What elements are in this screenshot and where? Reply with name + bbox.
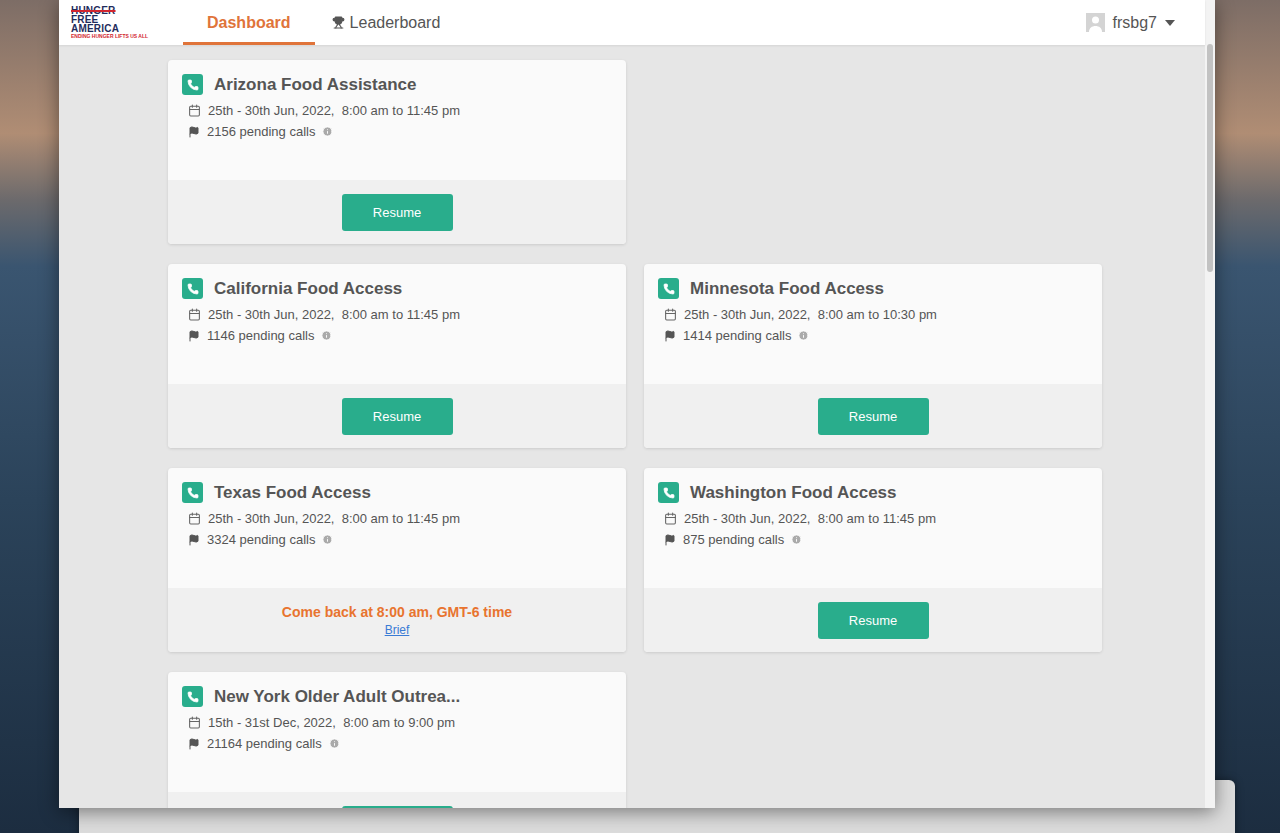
resume-button[interactable] [342, 806, 453, 809]
phone-icon [182, 278, 203, 299]
nav-tabs: DashboardLeaderboard [183, 0, 453, 45]
pending-calls: 21164 pending calls [182, 736, 612, 751]
campaign-card: Minnesota Food Access 25th - 30th Jun, 20… [644, 264, 1102, 448]
campaign-title: New York Older Adult Outrea... [214, 687, 460, 707]
resume-button[interactable]: Resume [342, 398, 453, 435]
campaign-dates: 25th - 30th Jun, 2022, 8:00 am to 11:45 … [182, 103, 612, 118]
resume-button[interactable]: Resume [818, 398, 929, 435]
flag-icon [188, 126, 200, 138]
dashboard: Arizona Food Assistance 25th - 30th Jun, … [59, 45, 1205, 808]
campaign-title: California Food Access [214, 279, 402, 299]
info-icon[interactable] [322, 126, 333, 137]
logo-text: HUNGER [71, 6, 171, 15]
campaign-title: Minnesota Food Access [690, 279, 884, 299]
card-row: Texas Food Access 25th - 30th Jun, 2022, … [168, 468, 1205, 652]
phone-icon [658, 278, 679, 299]
card-title-row: New York Older Adult Outrea... [182, 686, 612, 707]
campaign-card: Texas Food Access 25th - 30th Jun, 2022, … [168, 468, 626, 652]
campaign-card: Arizona Food Assistance 25th - 30th Jun, … [168, 60, 626, 244]
campaign-dates: 25th - 30th Jun, 2022, 8:00 am to 10:30 … [658, 307, 1088, 322]
caret-down-icon [1165, 20, 1175, 26]
phone-icon [182, 74, 203, 95]
logo[interactable]: HUNGERFREEAMERICAENDING HUNGER LIFTS US … [71, 0, 171, 45]
info-icon[interactable] [321, 330, 332, 341]
logo-text: FREE [71, 15, 171, 24]
calendar-icon [664, 512, 677, 525]
card-row: California Food Access 25th - 30th Jun, 2… [168, 264, 1205, 448]
card-actions: Resume [168, 180, 626, 244]
flag-icon [188, 534, 200, 546]
calendar-icon [188, 512, 201, 525]
phone-icon [182, 482, 203, 503]
card-details: Minnesota Food Access 25th - 30th Jun, 20… [644, 264, 1102, 384]
info-icon[interactable] [322, 534, 333, 545]
nav-tab[interactable]: Leaderboard [319, 0, 454, 45]
calendar-icon [188, 716, 201, 729]
flag-icon [664, 330, 676, 342]
campaign-title: Washington Food Access [690, 483, 897, 503]
flag-icon [188, 738, 200, 750]
card-actions: Resume [168, 384, 626, 448]
card-row: Arizona Food Assistance 25th - 30th Jun, … [168, 60, 1205, 244]
card-details: Texas Food Access 25th - 30th Jun, 2022, … [168, 468, 626, 588]
card-details: New York Older Adult Outrea... 15th - 31s… [168, 672, 626, 792]
card-details: Arizona Food Assistance 25th - 30th Jun, … [168, 60, 626, 180]
flag-icon [664, 534, 676, 546]
pending-calls: 3324 pending calls [182, 532, 612, 547]
card-title-row: Texas Food Access [182, 482, 612, 503]
info-icon[interactable] [791, 534, 802, 545]
card-row: New York Older Adult Outrea... 15th - 31s… [168, 672, 1205, 808]
pending-calls: 875 pending calls [658, 532, 1088, 547]
phone-icon [182, 686, 203, 707]
card-details: Washington Food Access 25th - 30th Jun, 2… [644, 468, 1102, 588]
card-details: California Food Access 25th - 30th Jun, 2… [168, 264, 626, 384]
info-icon[interactable] [798, 330, 809, 341]
nav-tab[interactable]: Dashboard [183, 0, 315, 45]
card-title-row: Washington Food Access [658, 482, 1088, 503]
user-menu[interactable]: frsbg7 [1086, 0, 1175, 45]
pending-calls: 2156 pending calls [182, 124, 612, 139]
pending-calls: 1146 pending calls [182, 328, 612, 343]
logo-text: AMERICA [71, 24, 171, 33]
top-nav: HUNGERFREEAMERICAENDING HUNGER LIFTS US … [59, 0, 1205, 45]
flag-icon [188, 330, 200, 342]
card-actions: Resume [644, 588, 1102, 652]
username: frsbg7 [1113, 14, 1157, 32]
campaign-title: Arizona Food Assistance [214, 75, 416, 95]
card-actions: Resume [644, 384, 1102, 448]
calendar-icon [188, 308, 201, 321]
scrollbar[interactable] [1205, 0, 1215, 808]
pending-calls: 1414 pending calls [658, 328, 1088, 343]
browser-window: HUNGERFREEAMERICAENDING HUNGER LIFTS US … [59, 0, 1215, 808]
scrollbar-thumb[interactable] [1207, 44, 1213, 272]
campaign-dates: 25th - 30th Jun, 2022, 8:00 am to 11:45 … [182, 511, 612, 526]
brief-link[interactable]: Brief [385, 623, 410, 637]
resume-button[interactable]: Resume [342, 194, 453, 231]
card-title-row: Minnesota Food Access [658, 278, 1088, 299]
calendar-icon [664, 308, 677, 321]
calendar-icon [188, 104, 201, 117]
card-actions: Come back at 8:00 am, GMT-6 time Brief [168, 588, 626, 652]
campaign-card: Washington Food Access 25th - 30th Jun, 2… [644, 468, 1102, 652]
desktop: HUNGERFREEAMERICAENDING HUNGER LIFTS US … [0, 0, 1280, 833]
info-icon[interactable] [329, 738, 340, 749]
come-back-notice: Come back at 8:00 am, GMT-6 time [282, 604, 512, 620]
phone-icon [658, 482, 679, 503]
app: HUNGERFREEAMERICAENDING HUNGER LIFTS US … [59, 0, 1205, 808]
campaign-dates: 25th - 30th Jun, 2022, 8:00 am to 11:45 … [658, 511, 1088, 526]
avatar-icon [1086, 13, 1105, 32]
campaign-dates: 25th - 30th Jun, 2022, 8:00 am to 11:45 … [182, 307, 612, 322]
card-actions [168, 792, 626, 808]
campaign-dates: 15th - 31st Dec, 2022, 8:00 am to 9:00 p… [182, 715, 612, 730]
campaign-card: California Food Access 25th - 30th Jun, 2… [168, 264, 626, 448]
logo-tagline: ENDING HUNGER LIFTS US ALL [71, 33, 171, 40]
campaign-card: New York Older Adult Outrea... 15th - 31s… [168, 672, 626, 808]
card-title-row: Arizona Food Assistance [182, 74, 612, 95]
card-title-row: California Food Access [182, 278, 612, 299]
resume-button[interactable]: Resume [818, 602, 929, 639]
trophy-icon [332, 16, 345, 29]
campaign-title: Texas Food Access [214, 483, 371, 503]
